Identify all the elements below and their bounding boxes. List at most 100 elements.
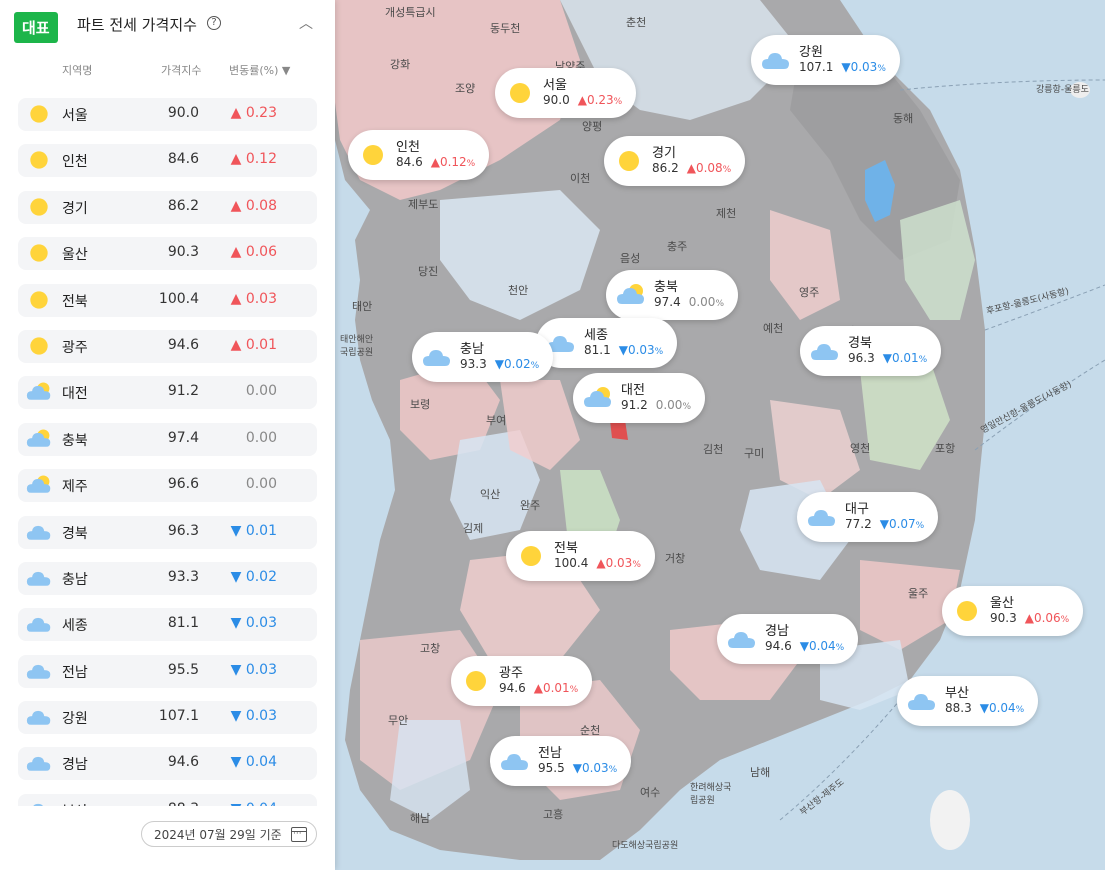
region-row[interactable]: 제주 96.6 0.00 (18, 469, 317, 503)
marker-change: ▼0.01 (882, 350, 919, 365)
region-marker[interactable]: 충북 97.4 0.00% (606, 270, 738, 320)
region-marker[interactable]: 인천 84.6 ▲0.12% (348, 130, 490, 180)
cloud-icon (761, 47, 791, 73)
region-change: 0.00 (245, 383, 277, 400)
marker-weather-icon (583, 385, 613, 411)
region-change: ▼ 0.01 (230, 522, 277, 539)
region-row[interactable]: 인천 84.6 ▲ 0.12 (18, 144, 317, 178)
marker-change: ▲0.08 (686, 160, 723, 175)
cloud-icon (26, 612, 52, 636)
sun-icon (26, 148, 52, 172)
marker-values: 95.5 ▼0.03% (538, 761, 618, 776)
region-row[interactable]: 대전 91.2 0.00 (18, 376, 317, 410)
cloud-icon (26, 798, 52, 806)
sun-icon (26, 241, 52, 265)
region-marker[interactable]: 전남 95.5 ▼0.03% (490, 736, 632, 786)
date-selector[interactable]: 2024년 07월 29일 기준 (141, 821, 317, 847)
region-index: 100.4 (158, 290, 199, 307)
region-index: 90.0 (167, 105, 199, 121)
map-label: 부여 (486, 414, 507, 427)
marker-change: ▼0.03 (841, 59, 878, 74)
region-marker[interactable]: 대구 77.2 ▼0.07% (797, 492, 939, 542)
marker-index: 93.3 (460, 356, 487, 371)
region-name: 광주 (62, 339, 88, 356)
region-name: 세종 (62, 618, 88, 635)
region-list[interactable]: 서울 90.0 ▲ 0.23 인천 84.6 ▲ 0.12 경기 86.2 ▲ 0.08 울산 90… (18, 98, 317, 806)
map-label: 음성 (620, 252, 641, 265)
question-circle-icon[interactable]: ? (207, 16, 221, 30)
region-change: ▼ 0.03 (230, 615, 277, 632)
map-label: 포항 (935, 442, 956, 455)
marker-text: 세종 81.1 ▼0.03% (584, 328, 664, 358)
map-label: 다도해상국립공원 (612, 841, 679, 851)
region-name: 경남 (62, 757, 88, 774)
region-row[interactable]: 울산 90.3 ▲ 0.06 (18, 237, 317, 271)
row-weather-icon (26, 798, 52, 806)
region-marker[interactable]: 세종 81.1 ▼0.03% (536, 318, 678, 368)
region-row[interactable]: 경북 96.3 ▼ 0.01 (18, 515, 317, 549)
cloud-icon (500, 748, 530, 774)
marker-change: ▼0.02 (494, 356, 531, 371)
region-row[interactable]: 강원 107.1 ▼ 0.03 (18, 701, 317, 735)
col-change[interactable]: 변동률(%) ▼ (229, 62, 290, 78)
marker-values: 86.2 ▲0.08% (652, 160, 731, 176)
marker-weather-icon (907, 688, 937, 714)
representative-badge[interactable]: 대표 (14, 12, 58, 43)
marker-change-wrap: ▼0.03% (619, 343, 664, 358)
marker-percent: % (569, 684, 579, 695)
region-row[interactable]: 세종 81.1 ▼ 0.03 (18, 608, 317, 642)
row-weather-icon (26, 566, 52, 590)
marker-change-wrap: ▼0.03% (573, 761, 618, 776)
region-change: ▼ 0.03 (230, 661, 277, 678)
marker-text: 대구 77.2 ▼0.07% (845, 502, 925, 532)
region-index: 90.3 (167, 244, 199, 261)
region-marker[interactable]: 울산 90.3 ▲0.06% (942, 586, 1084, 636)
region-row[interactable]: 서울 90.0 ▲ 0.23 (18, 98, 317, 131)
region-marker[interactable]: 충남 93.3 ▼0.02% (412, 332, 554, 382)
marker-index: 86.2 (652, 160, 679, 175)
marker-weather-icon (727, 626, 757, 652)
region-marker[interactable]: 대전 91.2 0.00% (573, 373, 705, 423)
marker-weather-icon (614, 148, 644, 174)
marker-percent: % (1060, 614, 1070, 625)
map-label: 김제 (463, 522, 484, 535)
region-marker[interactable]: 전북 100.4 ▲0.03% (506, 531, 655, 581)
region-row[interactable]: 전남 95.5 ▼ 0.03 (18, 654, 317, 688)
col-region: 지역명 (62, 64, 93, 77)
region-row[interactable]: 전북 100.4 ▲ 0.03 (18, 283, 317, 317)
row-weather-icon (26, 148, 52, 172)
marker-index: 97.4 (654, 294, 681, 309)
marker-percent: % (835, 642, 845, 653)
marker-change-wrap: ▼0.07% (880, 517, 925, 532)
partly-cloudy-icon (616, 282, 646, 308)
region-marker[interactable]: 경기 86.2 ▲0.08% (604, 136, 746, 186)
region-marker[interactable]: 경남 94.6 ▼0.04% (717, 614, 859, 664)
region-marker[interactable]: 강원 107.1 ▼0.03% (751, 35, 900, 85)
region-change: ▲ 0.06 (230, 244, 277, 261)
region-change: ▼ 0.03 (230, 708, 277, 725)
map-label: 고창 (420, 642, 441, 655)
region-row[interactable]: 경남 94.6 ▼ 0.04 (18, 747, 317, 781)
region-row[interactable]: 충북 97.4 0.00 (18, 422, 317, 456)
region-row[interactable]: 충남 93.3 ▼ 0.02 (18, 561, 317, 595)
sun-icon (614, 148, 644, 174)
region-row[interactable]: 경기 86.2 ▲ 0.08 (18, 190, 317, 224)
map-label: 영주 (799, 286, 820, 299)
region-row[interactable]: 광주 94.6 ▲ 0.01 (18, 329, 317, 363)
region-marker[interactable]: 서울 90.0 ▲0.23% (495, 68, 637, 118)
marker-change: ▼0.04 (799, 638, 836, 653)
region-row[interactable]: 부산 88.3 ▼ 0.04 (18, 793, 317, 806)
map-label: 무안 (388, 714, 409, 727)
marker-region-name: 충북 (654, 279, 678, 295)
marker-weather-icon (810, 338, 840, 364)
region-marker[interactable]: 광주 94.6 ▲0.01% (451, 656, 593, 706)
calendar-icon[interactable] (291, 827, 307, 842)
marker-index: 91.2 (621, 397, 648, 412)
chevron-up-icon[interactable]: ︿ (296, 14, 316, 34)
region-name: 충북 (62, 432, 88, 449)
marker-values: 107.1 ▼0.03% (799, 59, 886, 75)
region-marker[interactable]: 부산 88.3 ▼0.04% (897, 676, 1039, 726)
marker-values: 90.0 ▲0.23% (543, 93, 622, 108)
region-marker[interactable]: 경북 96.3 ▼0.01% (800, 326, 942, 376)
partly-cloudy-icon (26, 473, 52, 497)
